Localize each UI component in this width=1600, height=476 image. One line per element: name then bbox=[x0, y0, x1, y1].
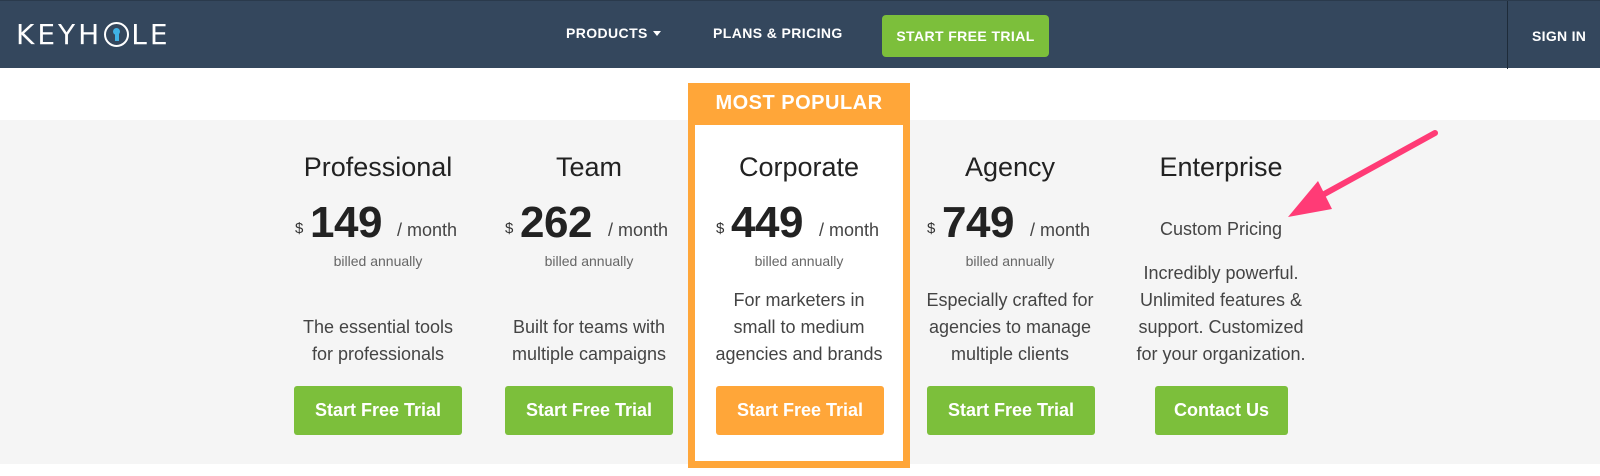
currency-symbol: $ bbox=[295, 220, 304, 237]
price-amount: 449 bbox=[731, 198, 803, 247]
most-popular-badge: MOST POPULAR bbox=[715, 92, 883, 114]
price-period: / month bbox=[397, 220, 458, 240]
description-line: agencies and brands bbox=[715, 344, 883, 364]
currency-symbol: $ bbox=[927, 220, 936, 237]
start-free-trial-button[interactable]: Start Free Trial bbox=[294, 386, 462, 435]
plan-description: Incredibly powerful. Unlimited features … bbox=[1116, 260, 1326, 368]
nav-plans-pricing-link[interactable]: PLANS & PRICING bbox=[713, 25, 843, 41]
description-line: For marketers in bbox=[733, 290, 865, 310]
plan-description: For marketers in small to medium agencie… bbox=[694, 287, 904, 368]
keyhole-logo[interactable]: KEYH LE bbox=[16, 17, 171, 51]
plan-name: Team bbox=[555, 152, 623, 182]
nav-products-menu[interactable]: PRODUCTS bbox=[566, 25, 661, 41]
sign-in-link[interactable]: SIGN IN bbox=[1532, 28, 1586, 44]
billing-note: billed annually bbox=[544, 253, 634, 269]
price-row: $ 449 / month bbox=[694, 198, 904, 248]
contact-us-button[interactable]: Contact Us bbox=[1155, 386, 1288, 435]
plan-name: Agency bbox=[964, 152, 1056, 182]
price-amount: 149 bbox=[310, 198, 382, 247]
nav-products-label: PRODUCTS bbox=[566, 25, 648, 41]
description-line: The essential tools bbox=[302, 317, 454, 337]
description-line: for professionals bbox=[311, 344, 445, 364]
top-navbar: KEYH LE PRODUCTS PLANS & PRICING START FR… bbox=[0, 0, 1600, 69]
start-free-trial-button[interactable]: Start Free Trial bbox=[716, 386, 884, 435]
plan-name: Corporate bbox=[738, 152, 860, 182]
description-line: Incredibly powerful. bbox=[1143, 263, 1299, 283]
description-line: Unlimited features & bbox=[1139, 290, 1303, 310]
plan-name: Professional bbox=[303, 152, 453, 182]
price-period: / month bbox=[608, 220, 669, 240]
start-free-trial-button[interactable]: Start Free Trial bbox=[505, 386, 673, 435]
plan-description: Especially crafted for agencies to manag… bbox=[905, 287, 1115, 368]
description-line: Especially crafted for bbox=[926, 290, 1094, 310]
description-line: support. Customized bbox=[1138, 317, 1304, 337]
nav-divider bbox=[1507, 1, 1508, 69]
logo-text-le: LE bbox=[131, 17, 171, 51]
plan-description: The essential tools for professionals bbox=[273, 314, 483, 368]
nav-start-trial-button[interactable]: START FREE TRIAL bbox=[882, 15, 1049, 57]
description-line: small to medium bbox=[733, 317, 865, 337]
plan-description: Built for teams with multiple campaigns bbox=[484, 314, 694, 368]
price-row: $ 262 / month bbox=[484, 198, 694, 248]
currency-symbol: $ bbox=[505, 220, 514, 237]
billing-note: billed annually bbox=[965, 253, 1055, 269]
annotation-arrow-icon bbox=[1288, 130, 1438, 217]
logo-text-kh: KEYH bbox=[16, 17, 103, 51]
start-free-trial-button[interactable]: Start Free Trial bbox=[927, 386, 1095, 435]
price-period: / month bbox=[1030, 220, 1091, 240]
currency-symbol: $ bbox=[716, 220, 725, 237]
description-line: multiple campaigns bbox=[511, 344, 667, 364]
price-period: / month bbox=[819, 220, 880, 240]
price-amount: 262 bbox=[520, 198, 592, 247]
description-line: Built for teams with bbox=[512, 317, 666, 337]
billing-note: billed annually bbox=[333, 253, 423, 269]
description-line: multiple clients bbox=[950, 344, 1070, 364]
caret-down-icon bbox=[652, 31, 661, 36]
keyhole-icon bbox=[104, 21, 130, 47]
billing-note: billed annually bbox=[754, 253, 844, 269]
price-row: $ 749 / month bbox=[905, 198, 1115, 248]
description-line: for your organization. bbox=[1136, 344, 1306, 364]
price-row: $ 149 / month bbox=[273, 198, 483, 248]
description-line: agencies to manage bbox=[928, 317, 1092, 337]
price-amount: 749 bbox=[942, 198, 1014, 247]
